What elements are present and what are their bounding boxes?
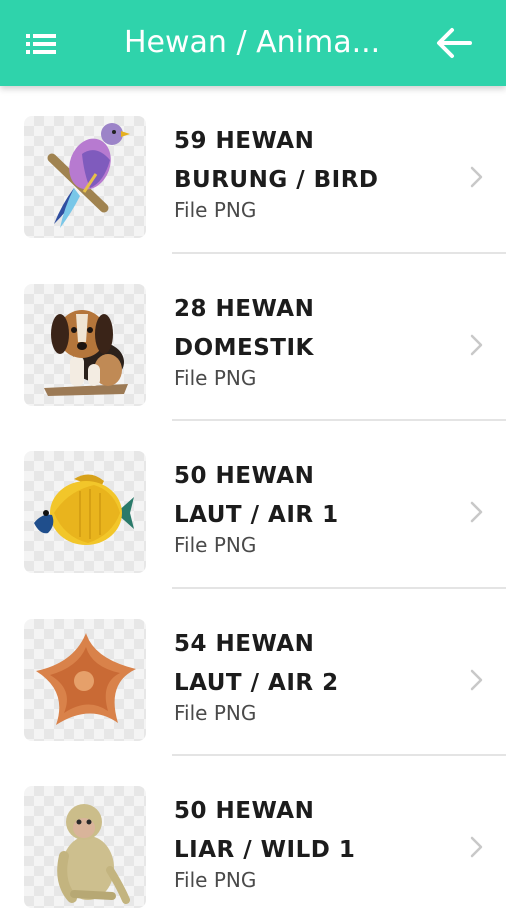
arrow-left-icon: [437, 28, 472, 58]
dog-thumbnail: [24, 283, 146, 406]
item-title-line2: BURUNG / BIRD: [174, 167, 379, 193]
item-title-line1: 59 HEWAN: [174, 128, 315, 154]
list-item[interactable]: 50 HEWAN LIAR / WILD 1 File PNG: [0, 756, 506, 924]
list-item[interactable]: 28 HEWAN DOMESTIK File PNG: [0, 254, 506, 421]
monkey-thumbnail: [24, 786, 146, 908]
item-title: 54 HEWAN LAUT / AIR 2: [174, 625, 424, 703]
item-title-line2: DOMESTIK: [174, 334, 314, 361]
fish-thumbnail: [24, 451, 146, 573]
item-subtitle: File PNG: [174, 533, 257, 557]
animal-category-list: 59 HEWAN BURUNG / BIRD File PNG 28 HEWAN…: [0, 86, 506, 924]
list-item[interactable]: 50 HEWAN LAUT / AIR 1 File PNG: [0, 421, 506, 589]
item-title: 28 HEWAN DOMESTIK: [174, 290, 424, 368]
item-subtitle: File PNG: [174, 198, 257, 222]
item-subtitle: File PNG: [174, 365, 257, 390]
item-title-line1: 50 HEWAN: [174, 798, 315, 824]
chevron-right-icon: [470, 669, 483, 690]
item-title: 50 HEWAN LIAR / WILD 1: [174, 792, 424, 870]
list-item[interactable]: 54 HEWAN LAUT / AIR 2 File PNG: [0, 589, 506, 756]
menu-button[interactable]: [24, 31, 60, 57]
chevron-right-icon: [470, 836, 483, 858]
chevron-right-icon: [470, 334, 483, 355]
menu-list-icon: [26, 34, 56, 54]
item-title: 59 HEWAN BURUNG / BIRD: [174, 122, 424, 200]
chevron-right-icon: [470, 166, 483, 188]
item-title-line1: 50 HEWAN: [174, 463, 315, 489]
chevron-right-icon: [470, 501, 483, 523]
item-title-line2: LIAR / WILD 1: [174, 837, 356, 863]
bird-thumbnail: [24, 116, 146, 238]
item-subtitle: File PNG: [174, 868, 257, 892]
page-title: Hewan / Anima...: [124, 25, 381, 60]
item-title: 50 HEWAN LAUT / AIR 1: [174, 457, 424, 535]
item-title-line2: LAUT / AIR 2: [174, 669, 339, 696]
item-title-line1: 54 HEWAN: [174, 630, 315, 657]
item-title-line2: LAUT / AIR 1: [174, 502, 339, 528]
app-bar: Hewan / Anima...: [0, 0, 506, 86]
starfish-thumbnail: [24, 618, 146, 741]
item-subtitle: File PNG: [174, 700, 257, 725]
back-button[interactable]: [434, 25, 474, 61]
list-item[interactable]: 59 HEWAN BURUNG / BIRD File PNG: [0, 86, 506, 254]
item-title-line1: 28 HEWAN: [174, 295, 315, 322]
